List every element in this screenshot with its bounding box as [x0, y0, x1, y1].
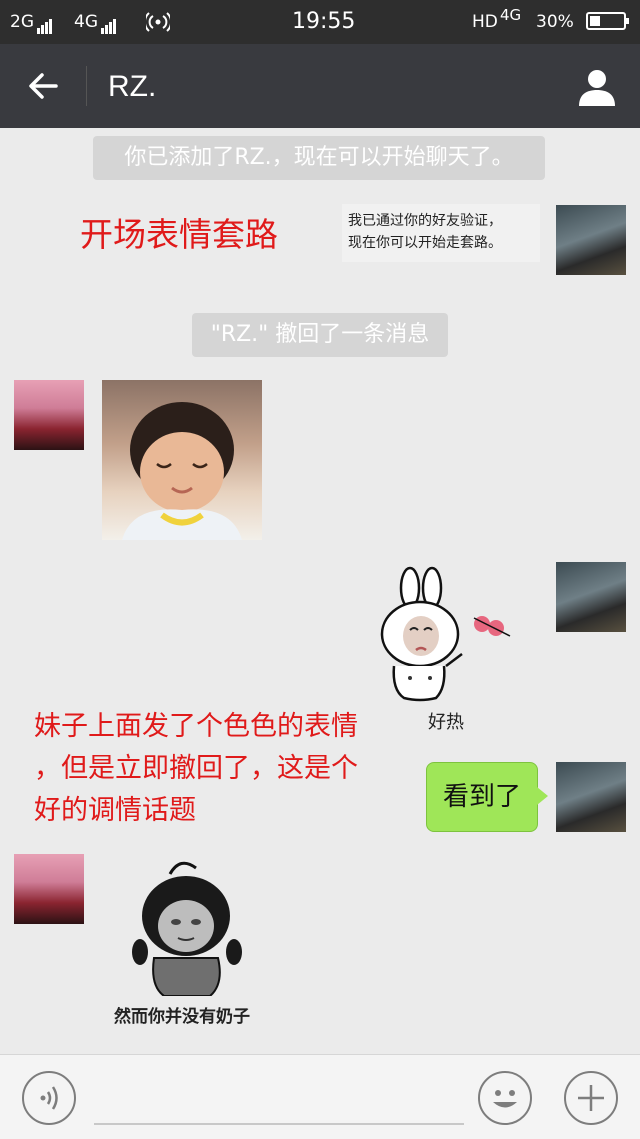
signal-4g: 4G — [74, 12, 117, 34]
status-bar: 2G 4G 19:55 HD 4G 30% — [0, 0, 640, 44]
self-avatar[interactable] — [556, 762, 626, 832]
contact-avatar[interactable] — [14, 854, 84, 924]
chat-header: RZ. — [0, 44, 640, 128]
message-input[interactable] — [94, 1123, 464, 1125]
friend-verify-line2: 现在你可以开始走套路。 — [348, 235, 502, 251]
girl-meme-sticker[interactable] — [130, 856, 260, 996]
system-message-added: 你已添加了RZ.，现在可以开始聊天了。 — [93, 136, 545, 180]
network-type: 4G — [500, 6, 522, 24]
clock: 19:55 — [292, 9, 356, 34]
voice-icon — [40, 1086, 58, 1110]
wifi-hotspot-icon — [146, 12, 170, 32]
self-avatar[interactable] — [556, 562, 626, 632]
hd-indicator: HD — [472, 12, 498, 32]
more-button[interactable] — [564, 1071, 618, 1125]
annotation-opening: 开场表情套路 — [80, 215, 278, 254]
annotation-recalled-line1: 妹子上面发了个色色的表情 — [34, 711, 358, 742]
smiley-icon — [493, 1090, 517, 1108]
emoji-button[interactable] — [478, 1071, 532, 1125]
battery-percent: 30% — [536, 12, 574, 32]
sticker-caption-hot: 好热 — [428, 712, 464, 733]
system-message-recalled: "RZ." 撤回了一条消息 — [192, 313, 448, 357]
battery-fill — [590, 16, 600, 26]
header-divider — [86, 66, 87, 106]
sticker-caption-no: 然而你并没有奶子 — [114, 1007, 250, 1027]
contact-avatar[interactable] — [14, 380, 84, 450]
back-arrow-icon[interactable] — [24, 66, 64, 106]
plus-icon — [578, 1085, 604, 1111]
friend-verify-line1: 我已通过你的好友验证， — [348, 213, 502, 229]
friend-verify-card: 我已通过你的好友验证， 现在你可以开始走套路。 — [342, 204, 540, 262]
battery-icon — [586, 12, 629, 30]
chat-title: RZ. — [108, 70, 157, 103]
bunny-sticker[interactable] — [370, 566, 520, 706]
profile-icon[interactable] — [576, 66, 618, 108]
received-photo[interactable] — [102, 380, 262, 540]
child-photo-image — [122, 402, 242, 540]
annotation-recalled-line3: 好的调情话题 — [34, 795, 196, 826]
sent-message-bubble[interactable]: 看到了 — [426, 762, 548, 832]
self-avatar[interactable] — [556, 205, 626, 275]
signal-2g: 2G — [10, 12, 53, 34]
input-bar — [0, 1054, 640, 1139]
voice-button[interactable] — [22, 1071, 76, 1125]
annotation-recalled-line2: ，但是立即撤回了，这是个 — [34, 753, 358, 784]
